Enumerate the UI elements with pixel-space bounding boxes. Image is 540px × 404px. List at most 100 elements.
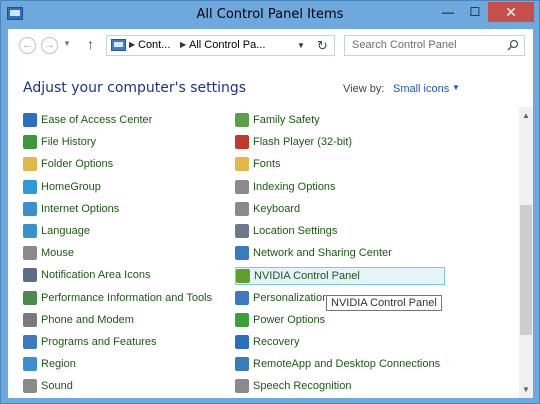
control-panel-item-label: Location Settings bbox=[253, 225, 338, 237]
ease-of-access-icon bbox=[23, 113, 37, 127]
control-panel-item-label: Performance Information and Tools bbox=[41, 291, 212, 304]
control-panel-item[interactable]: RemoteApp and Desktop Connections bbox=[235, 356, 445, 374]
view-by-label: View by: bbox=[343, 83, 385, 95]
control-panel-item[interactable]: Recovery bbox=[235, 334, 445, 352]
control-panel-item-label: RemoteApp and Desktop Connections bbox=[253, 358, 441, 371]
control-panel-item-label: Folder Options bbox=[41, 158, 114, 171]
mouse-icon bbox=[23, 246, 37, 261]
control-panel-item-label: Programs and Features bbox=[41, 336, 157, 348]
control-panel-item[interactable]: HomeGroup bbox=[23, 179, 223, 197]
control-panel-item[interactable]: Indexing Options bbox=[235, 179, 445, 197]
control-panel-item[interactable]: Power Options bbox=[235, 312, 445, 330]
region-icon bbox=[23, 357, 37, 372]
control-panel-item[interactable]: Notification Area Icons bbox=[23, 267, 223, 285]
control-panel-icon bbox=[111, 39, 126, 51]
control-panel-item-label: Keyboard bbox=[253, 202, 301, 215]
folder-icon bbox=[23, 157, 37, 172]
control-panel-item-label: Language bbox=[41, 225, 90, 237]
breadcrumb-control-panel[interactable]: Cont... bbox=[138, 39, 170, 51]
control-panel-item-label: NVIDIA Control Panel bbox=[254, 270, 360, 283]
sound-icon bbox=[23, 379, 37, 394]
client-area: ← → ▼ ↑ ▶ Cont... ▶ All Control Pa... ▼ … bbox=[8, 29, 533, 398]
recovery-icon bbox=[235, 335, 249, 349]
control-panel-item-label: Recovery bbox=[253, 336, 300, 348]
scroll-down-arrow-icon[interactable]: ▼ bbox=[519, 385, 533, 394]
control-panel-item-label: Power Options bbox=[253, 313, 326, 326]
nvidia-icon bbox=[236, 269, 250, 284]
control-panel-item-label: Speech Recognition bbox=[253, 380, 352, 393]
performance-icon bbox=[23, 290, 37, 305]
title-bar[interactable]: All Control Panel Items — ☐ ✕ bbox=[1, 1, 539, 29]
phone-icon bbox=[23, 312, 37, 327]
scrollbar-thumb[interactable] bbox=[520, 205, 532, 335]
control-panel-item-label: Mouse bbox=[41, 247, 75, 260]
control-panel-item[interactable]: Fonts bbox=[235, 156, 445, 174]
navigation-bar: ← → ▼ ↑ ▶ Cont... ▶ All Control Pa... ▼ … bbox=[8, 29, 533, 61]
refresh-button[interactable]: ↻ bbox=[311, 35, 335, 56]
control-panel-item[interactable]: Network and Sharing Center bbox=[235, 245, 445, 263]
address-bar[interactable]: ▶ Cont... ▶ All Control Pa... ▼ bbox=[106, 35, 335, 56]
control-panel-item[interactable]: Phone and Modem bbox=[23, 312, 223, 330]
control-panel-item[interactable]: File History bbox=[23, 134, 223, 152]
back-arrow-icon[interactable]: ← bbox=[19, 37, 36, 54]
control-panel-item[interactable]: Region bbox=[23, 356, 223, 374]
flash-icon bbox=[235, 135, 249, 150]
fonts-icon bbox=[235, 157, 249, 172]
personalization-icon bbox=[235, 290, 249, 305]
page-title: Adjust your computer's settings bbox=[23, 80, 247, 96]
control-panel-item[interactable]: Language bbox=[23, 223, 223, 241]
control-panel-item-label: Family Safety bbox=[253, 114, 320, 126]
control-panel-item-label: HomeGroup bbox=[41, 180, 101, 193]
control-panel-item-label: Phone and Modem bbox=[41, 313, 134, 326]
view-by-chevron-icon[interactable]: ▼ bbox=[452, 83, 460, 92]
control-panel-item-label: Fonts bbox=[253, 158, 281, 171]
control-panel-items: Ease of Access Center File History Folder … bbox=[8, 107, 519, 398]
control-panel-item-label: Personalization bbox=[253, 291, 329, 304]
search-input[interactable]: Search Control Panel bbox=[344, 35, 525, 56]
remoteapp-icon bbox=[235, 357, 249, 372]
control-panel-item-label: Indexing Options bbox=[253, 180, 336, 193]
control-panel-item[interactable]: Family Safety bbox=[235, 112, 445, 130]
minimize-button[interactable]: — bbox=[434, 2, 462, 22]
network-icon bbox=[235, 246, 249, 261]
vertical-scrollbar[interactable]: ▲ ▼ bbox=[519, 107, 533, 398]
up-arrow-icon[interactable]: ↑ bbox=[87, 36, 94, 52]
breadcrumb-separator-icon[interactable]: ▶ bbox=[180, 40, 186, 49]
programs-icon bbox=[23, 335, 37, 349]
control-panel-item-label: Ease of Access Center bbox=[41, 114, 153, 126]
control-panel-item[interactable]: Programs and Features bbox=[23, 334, 223, 352]
indexing-icon bbox=[235, 179, 249, 194]
control-panel-item[interactable]: Performance Information and Tools bbox=[23, 290, 223, 308]
keyboard-icon bbox=[235, 201, 249, 216]
homegroup-icon bbox=[23, 179, 37, 194]
recent-locations-chevron-icon[interactable]: ▼ bbox=[63, 39, 71, 48]
control-panel-item[interactable]: Mouse bbox=[23, 245, 223, 263]
internet-icon bbox=[23, 201, 37, 216]
scroll-up-arrow-icon[interactable]: ▲ bbox=[519, 111, 533, 120]
control-panel-item[interactable]: Folder Options bbox=[23, 156, 223, 174]
control-panel-item[interactable]: Flash Player (32-bit) bbox=[235, 134, 445, 152]
maximize-button[interactable]: ☐ bbox=[462, 2, 488, 22]
control-panel-window: All Control Panel Items — ☐ ✕ ← → ▼ ↑ ▶ … bbox=[0, 0, 540, 404]
control-panel-item-label: Internet Options bbox=[41, 202, 120, 215]
close-button[interactable]: ✕ bbox=[488, 2, 534, 22]
control-panel-item[interactable]: Internet Options bbox=[23, 201, 223, 219]
control-panel-item[interactable]: Speech Recognition bbox=[235, 378, 445, 396]
breadcrumb-all-items[interactable]: All Control Pa... bbox=[189, 39, 265, 51]
control-panel-item[interactable]: Ease of Access Center bbox=[23, 112, 223, 130]
search-icon[interactable] bbox=[507, 39, 519, 51]
item-tooltip: NVIDIA Control Panel bbox=[326, 295, 442, 311]
control-panel-item[interactable]: Keyboard bbox=[235, 201, 445, 219]
control-panel-item[interactable]: Location Settings bbox=[235, 223, 445, 241]
forward-arrow-icon[interactable]: → bbox=[41, 37, 58, 54]
control-panel-item-label: File History bbox=[41, 136, 97, 149]
breadcrumb-separator-icon[interactable]: ▶ bbox=[129, 40, 135, 49]
control-panel-item[interactable]: NVIDIA Control Panel bbox=[235, 267, 445, 286]
control-panel-item[interactable]: Sound bbox=[23, 378, 223, 396]
location-icon bbox=[235, 224, 249, 238]
family-safety-icon bbox=[235, 113, 249, 127]
view-by-dropdown[interactable]: Small icons bbox=[393, 83, 449, 95]
control-panel-item-label: Sound bbox=[41, 380, 73, 393]
file-history-icon bbox=[23, 135, 37, 150]
search-placeholder: Search Control Panel bbox=[352, 39, 457, 51]
